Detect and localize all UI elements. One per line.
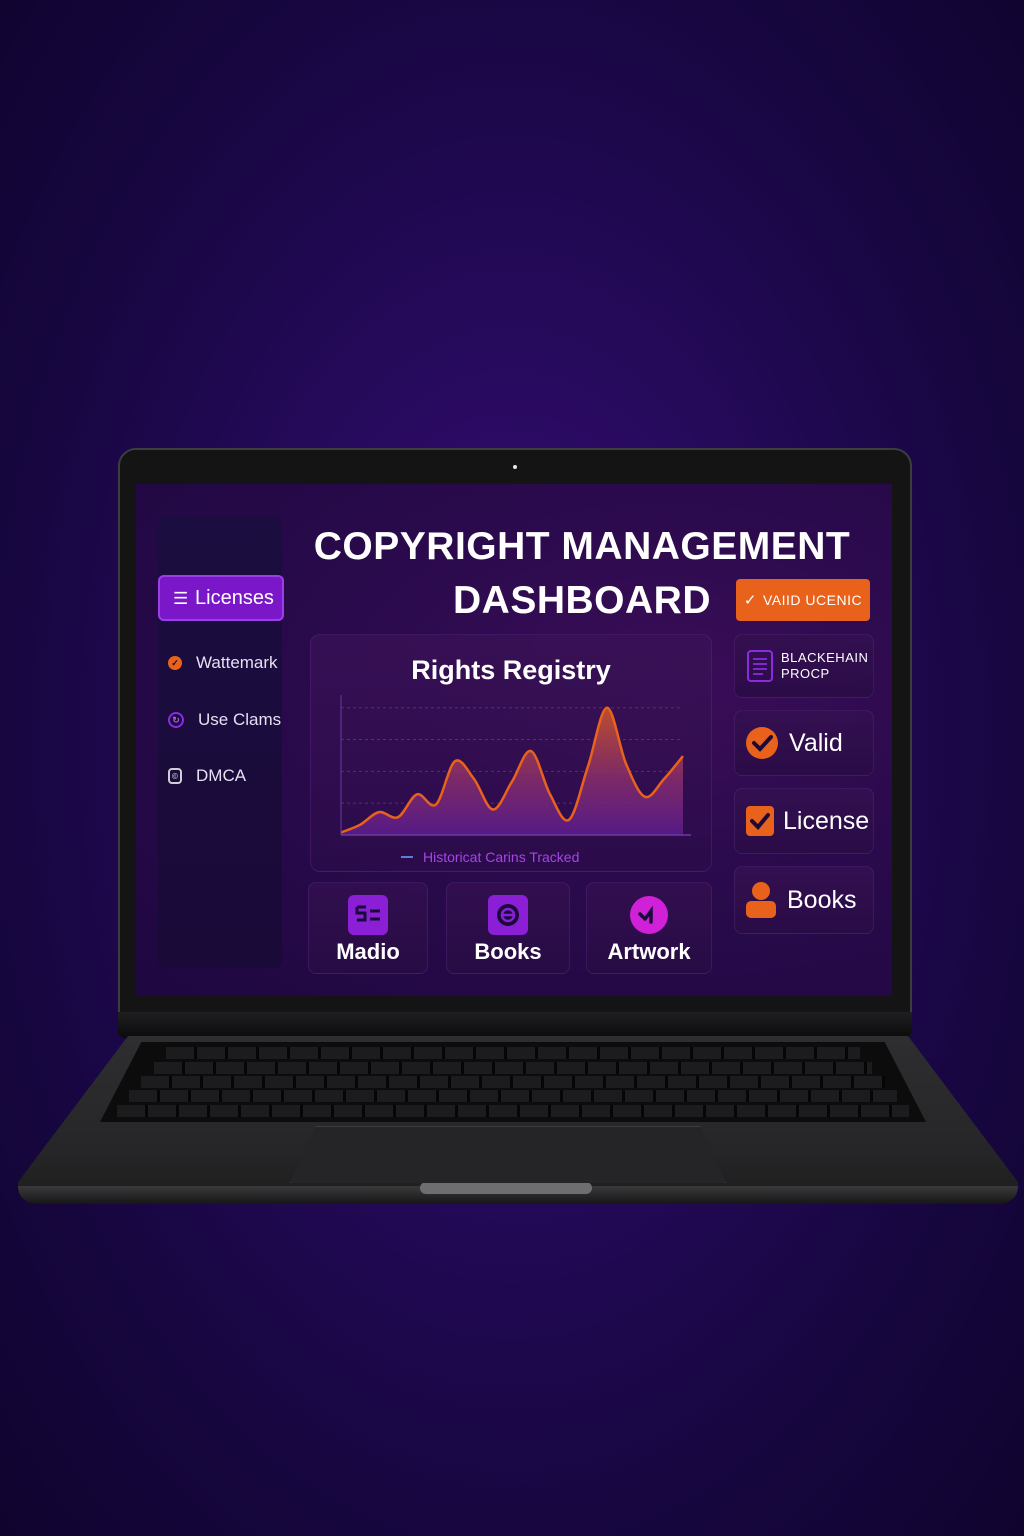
user-icon [746, 882, 776, 918]
sidebar-item-label: DMCA [196, 766, 247, 785]
tile-label: Books [474, 939, 542, 964]
rights-registry-card: Rights Registry Historicat Carins Tracke… [310, 634, 712, 872]
sidebar-item-label: Wattemark [196, 653, 278, 672]
sidebar-item-licenses[interactable]: ☰ Licenses [158, 575, 284, 621]
valid-license-button[interactable]: ✓ VAIID UCENIC [736, 579, 870, 621]
books-card[interactable]: Books [734, 866, 874, 934]
blockchain-proof-text: BLACKEHAIN PROCP [781, 650, 868, 682]
valid-status-card[interactable]: Valid [734, 710, 874, 776]
rights-registry-chart [340, 695, 691, 836]
legend-swatch [401, 856, 413, 858]
legend-label: Historicat Carins Tracked [423, 849, 580, 865]
keyboard [100, 1042, 926, 1122]
copyright-icon: © [168, 768, 182, 784]
document-icon [747, 650, 773, 682]
checkbox-icon [746, 806, 774, 836]
tile-media[interactable]: Madio [308, 882, 428, 974]
trackpad [290, 1126, 726, 1183]
valid-label: Valid [789, 728, 843, 757]
sidebar-item-watermark[interactable]: ✓ Wattemark [168, 653, 278, 673]
laptop-open-notch [420, 1182, 592, 1194]
artwork-icon [630, 896, 668, 934]
tile-books[interactable]: Books [446, 882, 570, 974]
blockchain-line1: BLACKEHAIN [781, 650, 869, 665]
laptop-screen: ☰ Licenses ✓ Wattemark ↻ Use Clams © DMC… [136, 484, 892, 996]
tile-label: Artwork [607, 939, 691, 964]
sidebar-item-label: Licenses [195, 586, 274, 609]
media-icon [348, 895, 388, 935]
valid-license-button-label: VAIID UCENIC [762, 592, 863, 608]
check-circle-icon: ✓ [168, 656, 182, 670]
books-label: Books [787, 885, 857, 914]
sidebar-item-dmca[interactable]: © DMCA [168, 766, 246, 786]
license-card[interactable]: License [734, 788, 874, 854]
tile-artwork[interactable]: Artwork [586, 882, 712, 974]
webcam [513, 465, 517, 469]
blockchain-line2: PROCP [781, 666, 830, 681]
check-circle-icon [746, 727, 778, 759]
checkmark-icon: ✓ [743, 592, 757, 609]
sidebar-item-label: Use Clams [198, 710, 282, 729]
page-title-line1: COPYRIGHT MANAGEMENT [313, 525, 851, 568]
refresh-icon: ↻ [168, 712, 184, 728]
sidebar-item-use-claims[interactable]: ↻ Use Clams [168, 710, 281, 730]
tile-label: Madio [336, 939, 400, 964]
blockchain-proof-card[interactable]: BLACKEHAIN PROCP [734, 634, 874, 698]
book-icon [488, 895, 528, 935]
laptop-hinge [118, 1012, 912, 1038]
sidebar: ☰ Licenses ✓ Wattemark ↻ Use Clams © DMC… [158, 516, 284, 968]
list-icon: ☰ [173, 588, 189, 608]
chart-legend: Historicat Carins Tracked [401, 849, 579, 865]
license-label: License [783, 806, 870, 835]
